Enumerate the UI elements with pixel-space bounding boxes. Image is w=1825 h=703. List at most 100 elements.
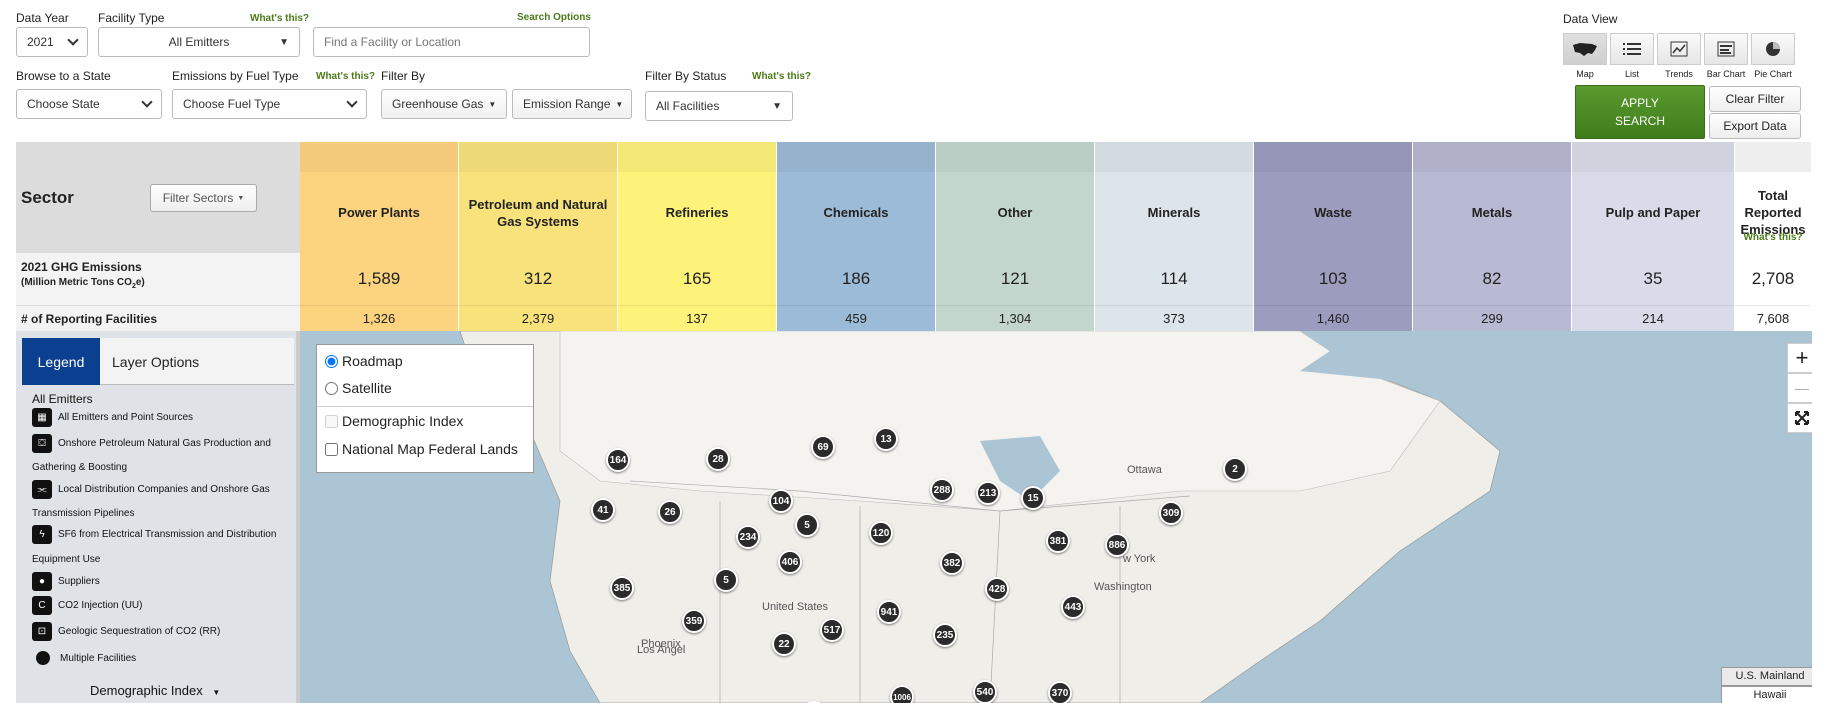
sector-emissions-value: 1,589	[357, 269, 401, 288]
facility-type-whats-this[interactable]: What's this?	[250, 13, 309, 24]
status-select[interactable]: All Facilities ▼	[645, 91, 793, 121]
cluster-marker[interactable]: 41	[591, 498, 615, 522]
sector-column-petroleum-and-natural-gas-systems[interactable]: Petroleum and Natural Gas Systems 312 2,37…	[459, 142, 617, 331]
status-whats-this[interactable]: What's this?	[752, 71, 811, 82]
data-year-value: 2021	[27, 35, 54, 49]
export-data-button[interactable]: Export Data	[1709, 113, 1801, 139]
facility-type-label: Facility Type	[98, 11, 165, 25]
list-view-button[interactable]	[1610, 33, 1654, 65]
cluster-marker[interactable]: 164	[606, 448, 630, 472]
data-year-select[interactable]: 2021	[16, 27, 88, 57]
demographic-option[interactable]: Demographic Index	[325, 413, 463, 429]
caret-down-icon: ▼	[772, 101, 782, 112]
cluster-marker[interactable]: 22	[772, 632, 796, 656]
search-options-link[interactable]: Search Options	[517, 12, 591, 23]
sector-name: Waste	[1254, 142, 1412, 253]
clear-filter-button[interactable]: Clear Filter	[1709, 86, 1801, 112]
cluster-marker[interactable]: 13	[874, 427, 898, 451]
roadmap-option[interactable]: Roadmap	[325, 353, 403, 369]
cluster-marker[interactable]: 385	[610, 576, 634, 600]
legend-item-label: All Emitters and Point Sources	[58, 412, 194, 423]
emission-range-dropdown[interactable]: Emission Range ▼	[512, 89, 632, 119]
cluster-marker[interactable]: 26	[658, 500, 682, 524]
demographic-checkbox[interactable]	[325, 414, 338, 428]
zoom-in-button[interactable]: +	[1787, 343, 1812, 373]
tab-legend[interactable]: Legend	[22, 338, 100, 385]
cluster-marker[interactable]: 381	[1046, 529, 1070, 553]
federal-lands-option[interactable]: National Map Federal Lands	[325, 441, 518, 457]
cluster-marker[interactable]: 309	[1159, 501, 1183, 525]
fuel-type-value: Choose Fuel Type	[183, 97, 281, 111]
legend-panel: Legend Layer Options All Emitters ▦ All E…	[16, 331, 300, 703]
sector-column-other[interactable]: Other 121 1,304	[936, 142, 1094, 331]
total-whats-this-link[interactable]: What's this?	[1735, 232, 1811, 243]
cluster-marker[interactable]: 517	[820, 618, 844, 642]
cluster-marker[interactable]: 2	[1223, 457, 1247, 481]
sector-column-pulp-and-paper[interactable]: Pulp and Paper 35 214	[1572, 142, 1734, 331]
cluster-marker[interactable]: 104	[769, 489, 793, 513]
cluster-marker[interactable]: 235	[933, 623, 957, 647]
cluster-marker[interactable]: 1006	[890, 685, 914, 703]
fullscreen-button[interactable]	[1787, 403, 1812, 433]
cluster-marker[interactable]: 941	[877, 600, 901, 624]
sector-header-cell: Sector Filter Sectors ▼	[16, 142, 300, 253]
map-view-button[interactable]	[1563, 33, 1607, 65]
cluster-marker[interactable]: 886	[1105, 533, 1129, 557]
legend-item: ⊡ Geologic Sequestration of CO2 (RR)	[32, 619, 282, 644]
co2-icon: C	[32, 595, 52, 615]
filter-sectors-button[interactable]: Filter Sectors ▼	[150, 184, 257, 212]
cluster-marker[interactable]: 359	[682, 609, 706, 633]
cluster-marker[interactable]: 28	[706, 447, 730, 471]
cluster-marker[interactable]: 443	[1061, 595, 1085, 619]
sector-name: Pulp and Paper	[1572, 142, 1734, 253]
tab-layer-options[interactable]: Layer Options	[112, 338, 199, 385]
cluster-marker[interactable]: 540	[973, 680, 997, 703]
cluster-marker[interactable]: 5	[714, 568, 738, 592]
cluster-marker[interactable]: 288	[930, 478, 954, 502]
federal-lands-checkbox[interactable]	[325, 442, 338, 456]
satellite-option[interactable]: Satellite	[325, 380, 392, 396]
bar-chart-view-button[interactable]	[1704, 33, 1748, 65]
cluster-marker[interactable]: 428	[985, 577, 1009, 601]
sector-column-metals[interactable]: Metals 82 299	[1413, 142, 1571, 331]
facility-search-input[interactable]	[313, 27, 590, 57]
chevron-down-icon	[67, 34, 79, 46]
legend-item-label: Multiple Facilities	[60, 653, 137, 664]
sector-column-waste[interactable]: Waste 103 1,460	[1254, 142, 1412, 331]
hawaii-button[interactable]: Hawaii	[1721, 686, 1812, 703]
pie-chart-view-button[interactable]	[1751, 33, 1795, 65]
fuel-type-select[interactable]: Choose Fuel Type	[172, 89, 367, 119]
roadmap-radio[interactable]	[325, 354, 338, 368]
greenhouse-gas-dropdown[interactable]: Greenhouse Gas ▼	[381, 89, 507, 119]
cluster-marker[interactable]: 213	[976, 481, 1000, 505]
demographic-index-toggle[interactable]: Demographic Index ▼	[90, 683, 220, 698]
sector-column-chemicals[interactable]: Chemicals 186 459	[777, 142, 935, 331]
sector-emissions-value: 82	[1482, 269, 1502, 288]
cluster-marker[interactable]: 5	[795, 513, 819, 537]
map-view-label: Map	[1576, 69, 1594, 79]
caret-down-icon: ▼	[279, 37, 289, 48]
satellite-radio[interactable]	[325, 381, 338, 395]
zoom-out-button[interactable]: —	[1787, 373, 1812, 403]
state-select[interactable]: Choose State	[16, 89, 162, 119]
sector-column-minerals[interactable]: Minerals 114 373	[1095, 142, 1253, 331]
cluster-marker[interactable]: 370	[1048, 681, 1072, 703]
sector-column-refineries[interactable]: Refineries 165 137	[618, 142, 776, 331]
lightning-icon: ϟ	[32, 524, 52, 544]
apply-search-button[interactable]: APPLY SEARCH	[1575, 85, 1705, 139]
sector-facilities-count: 373	[1095, 305, 1253, 331]
cluster-marker[interactable]: 234	[736, 525, 760, 549]
filter-sectors-label: Filter Sectors	[162, 191, 234, 205]
cluster-marker[interactable]: 69	[811, 435, 835, 459]
cluster-marker[interactable]: 406	[778, 550, 802, 574]
facility-type-select[interactable]: All Emitters ▼	[98, 27, 300, 57]
us-mainland-button[interactable]: U.S. Mainland	[1721, 667, 1812, 686]
cluster-marker[interactable]: 15	[1021, 486, 1045, 510]
sector-column-total-reported-emissions[interactable]: Total Reported Emissions 2,708 7,608 What's…	[1735, 142, 1811, 331]
trends-view-button[interactable]	[1657, 33, 1701, 65]
cluster-marker[interactable]: 382	[940, 551, 964, 575]
legend-item: C CO2 Injection (UU)	[32, 593, 282, 618]
fuel-type-whats-this[interactable]: What's this?	[316, 71, 375, 82]
sector-column-power-plants[interactable]: Power Plants 1,589 1,326	[300, 142, 458, 331]
cluster-marker[interactable]: 120	[869, 521, 893, 545]
